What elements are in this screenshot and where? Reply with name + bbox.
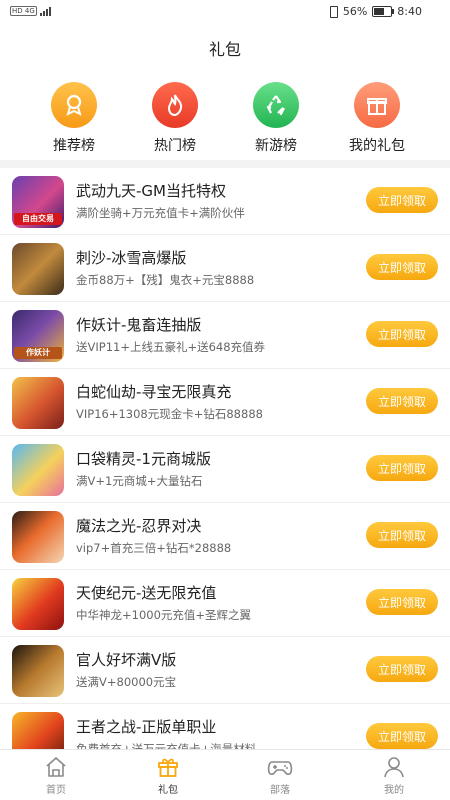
game-name: 作妖计-鬼畜连抽版 [76,316,202,334]
game-thumbnail [12,645,64,697]
gift-list[interactable]: 自由交易 武动九天-GM当托特权 满阶坐骑+万元充值卡+满阶伙伴 立即领取 刺沙… [0,168,450,750]
claim-button[interactable]: 立即领取 [366,388,438,414]
clock: 8:40 [397,5,422,18]
gift-icon [158,758,178,777]
claim-button[interactable]: 立即领取 [366,522,438,548]
list-item[interactable]: 魔法之光-忍界对决 vip7+首充三倍+钻石*28888 立即领取 [0,503,450,570]
claim-button[interactable]: 立即领取 [366,656,438,682]
gift-description: VIP16+1308元现金卡+钻石88888 [76,407,263,421]
claim-button[interactable]: 立即领取 [366,723,438,749]
page-title: 礼包 [208,40,241,59]
list-item[interactable]: 刺沙-冰雪高爆版 金币88万+【残】鬼衣+元宝8888 立即领取 [0,235,450,302]
tab-label: 首页 [46,785,66,796]
gift-description: 满阶坐骑+万元充值卡+满阶伙伴 [76,206,245,220]
category-nav: 推荐榜 热门榜 新游榜 我的礼包 [0,82,450,154]
gift-icon [367,98,387,115]
game-thumbnail [12,578,64,630]
flame-icon [167,94,183,117]
medal-icon [66,94,82,116]
tab-mine[interactable]: 我的 [354,756,434,796]
battery-icon [372,6,395,17]
network-text: HD 4G [10,6,37,16]
list-item[interactable]: 官人好坏满V版 送满V+80000元宝 立即领取 [0,637,450,704]
list-item[interactable]: 自由交易 武动九天-GM当托特权 满阶坐骑+万元充值卡+满阶伙伴 立即领取 [0,168,450,235]
category-new[interactable]: 新游榜 [226,82,326,155]
tab-home[interactable]: 首页 [16,756,96,796]
claim-button[interactable]: 立即领取 [366,187,438,213]
game-name: 口袋精灵-1元商城版 [76,450,211,468]
claim-button[interactable]: 立即领取 [366,589,438,615]
gift-description: 满V+1元商城+大量钻石 [76,474,203,488]
list-item[interactable]: 口袋精灵-1元商城版 满V+1元商城+大量钻石 立即领取 [0,436,450,503]
section-divider [0,160,450,168]
game-thumbnail: 作妖计 [12,310,64,362]
game-name: 刺沙-冰雪高爆版 [76,249,187,267]
list-item[interactable]: 天使纪元-送无限充值 中华神龙+1000元充值+圣辉之翼 立即领取 [0,570,450,637]
game-thumbnail [12,444,64,496]
game-name: 天使纪元-送无限充值 [76,584,217,602]
list-item[interactable]: 白蛇仙劫-寻宝无限真充 VIP16+1308元现金卡+钻石88888 立即领取 [0,369,450,436]
game-name: 官人好坏满V版 [76,651,177,669]
category-recommend[interactable]: 推荐榜 [24,82,124,155]
claim-button[interactable]: 立即领取 [366,455,438,481]
recycle-icon [266,95,285,116]
tab-gifts[interactable]: 礼包 [128,756,208,796]
list-item[interactable]: 作妖计 作妖计-鬼畜连抽版 送VIP11+上线五豪礼+送648充值券 立即领取 [0,302,450,369]
game-thumbnail [12,243,64,295]
category-label: 新游榜 [255,138,297,154]
vibrate-icon [329,5,338,18]
category-label: 热门榜 [154,138,196,154]
gift-description: vip7+首充三倍+钻石*28888 [76,541,232,555]
game-name: 白蛇仙劫-寻宝无限真充 [76,383,232,401]
gamepad-icon [267,761,293,776]
gift-description: 送满V+80000元宝 [76,675,177,689]
battery-percent: 56% [342,5,368,18]
user-icon [384,757,404,778]
network-indicator: HD 4G [10,6,54,16]
claim-button[interactable]: 立即领取 [366,254,438,280]
game-name: 魔法之光-忍界对决 [76,517,202,535]
game-name: 王者之战-正版单职业 [76,718,217,736]
game-name: 武动九天-GM当托特权 [76,182,226,200]
tab-label: 礼包 [158,785,178,796]
tab-label: 部落 [270,785,290,796]
claim-button[interactable]: 立即领取 [366,321,438,347]
gift-description: 中华神龙+1000元充值+圣辉之翼 [76,608,252,622]
gift-description: 金币88万+【残】鬼衣+元宝8888 [76,273,255,287]
game-thumbnail [12,712,64,750]
tab-label: 我的 [384,785,404,796]
signal-icon [39,7,51,16]
tab-tribe[interactable]: 部落 [240,756,320,796]
category-my-gifts[interactable]: 我的礼包 [327,82,427,155]
game-thumbnail [12,377,64,429]
bottom-tab-bar: 首页 礼包 部落 我的 [0,749,450,800]
category-label: 推荐榜 [53,138,95,154]
thumbnail-tag: 作妖计 [26,348,50,357]
category-hot[interactable]: 热门榜 [125,82,225,155]
home-icon [46,757,66,777]
gift-description: 送VIP11+上线五豪礼+送648充值券 [76,340,266,354]
thumbnail-tag: 自由交易 [22,214,54,223]
game-thumbnail [12,511,64,563]
status-bar: HD 4G 56% 8:40 [0,0,450,24]
list-item[interactable]: 王者之战-正版单职业 免费首充+送万元充值卡+海量材料 立即领取 [0,704,450,750]
category-label: 我的礼包 [349,138,405,154]
game-thumbnail: 自由交易 [12,176,64,228]
